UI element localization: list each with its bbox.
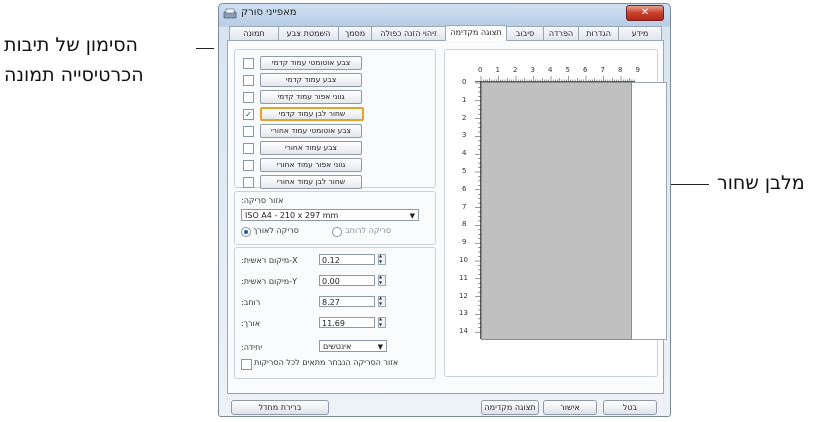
radio-portrait[interactable] — [241, 227, 251, 237]
ruler-v-tick-label: 9 — [462, 238, 467, 247]
tab-strip: מידע הגדרות הפרדה סיבוב תצוגה מקדימה זיה… — [227, 25, 662, 41]
image-option-button-selected[interactable]: שחור לבן עמוד קדמי — [260, 107, 364, 121]
apply-all-label: אזור הסריקה הנבחר מתאים לכל הסריקות — [254, 358, 399, 367]
tab-preview[interactable]: תצוגה מקדימה — [445, 25, 507, 41]
length-spinner[interactable] — [378, 316, 386, 328]
ruler-h-tick-label: 2 — [513, 66, 518, 74]
tab-document[interactable]: מסמך — [338, 26, 372, 40]
origin-x-input[interactable]: 0.12 — [319, 254, 375, 265]
dimensions-group: :מיקום ראשית-X 0.12 :מיקום ראשית-Y 0.00 … — [234, 247, 436, 379]
origin-x-spinner[interactable] — [378, 253, 386, 265]
preview-button[interactable]: תצוגה מקדימה — [481, 400, 539, 415]
unit-selected-value: אינטשים — [323, 342, 352, 351]
field-label-origin-y: :מיקום ראשית-Y — [241, 277, 297, 286]
unit-dropdown[interactable]: אינטשים ▼ — [319, 340, 387, 352]
ruler-h-tick-label: 4 — [548, 66, 553, 74]
preview-area: 0123456789 0 1 2 3 4 5 6 7 8 9 10 11 12 13 14 — [444, 49, 667, 377]
ruler-v-tick-label: 1 — [462, 95, 467, 104]
ruler-v-tick-label: 4 — [462, 149, 467, 158]
ruler-v-tick-label: 7 — [462, 202, 467, 211]
chevron-down-icon: ▼ — [377, 343, 383, 351]
field-label-origin-x: :מיקום ראשית-X — [241, 256, 298, 265]
apply-all-checkbox[interactable] — [241, 359, 252, 370]
scan-area-label: :אזור סריקה — [241, 196, 284, 205]
image-option-checkbox[interactable] — [243, 58, 254, 69]
radio-landscape[interactable] — [332, 227, 342, 237]
scanner-app-icon — [223, 8, 237, 19]
tab-image[interactable]: תמונה — [229, 26, 279, 40]
scan-area-group: :אזור סריקה ISO A4 - 210 x 297 mm ▼ סריק… — [234, 191, 436, 245]
scan-area-selected-value: ISO A4 - 210 x 297 mm — [245, 211, 339, 220]
callout-checkbox-label-line1: הסימון של תיבות — [4, 34, 138, 56]
ruler-h-tick-label: 3 — [530, 66, 535, 74]
image-options-group: צבע אוטומטי עמוד קדמי צבע עמוד קדמי גוונ… — [234, 49, 436, 189]
ruler-v-tick-label: 2 — [462, 113, 467, 122]
window-title: מאפייני סורק — [241, 7, 297, 18]
ruler-v-tick-label: 11 — [459, 273, 468, 282]
chevron-down-icon: ▼ — [409, 212, 415, 220]
ruler-v-tick-label: 13 — [459, 309, 468, 318]
image-option-checkbox[interactable] — [243, 177, 254, 188]
unit-label: :יחידה — [241, 343, 263, 352]
ruler-v-tick-label: 6 — [462, 184, 467, 193]
image-option-checkbox[interactable] — [243, 126, 254, 137]
close-button[interactable]: ✕ — [626, 5, 664, 21]
scan-area-dropdown[interactable]: ISO A4 - 210 x 297 mm ▼ — [241, 209, 419, 221]
width-input[interactable]: 8.27 — [319, 296, 375, 307]
tab-separation[interactable]: הפרדה — [543, 26, 579, 40]
ok-button[interactable]: אישור — [543, 400, 597, 415]
scanner-properties-window: מאפייני סורק ✕ מידע הגדרות הפרדה סיבוב ת… — [218, 3, 671, 417]
tab-double-feed[interactable]: זיהוי הזנה כפולה — [371, 26, 446, 40]
image-option-button[interactable]: צבע עמוד קדמי — [260, 73, 362, 87]
image-option-button[interactable]: צבע אוטומטי עמוד אחורי — [260, 124, 362, 138]
tab-rotation[interactable]: סיבוב — [506, 26, 544, 40]
scan-area-rectangle[interactable] — [481, 82, 632, 340]
callout-checkbox-label-line2: הכרטיסייה תמונה — [4, 64, 144, 86]
ruler-h-tick-label: 7 — [600, 66, 605, 74]
ruler-h-tick-label: 9 — [635, 66, 640, 74]
ruler-h-tick-label: 8 — [618, 66, 623, 74]
radio-landscape-label: סריקה לרוחב — [345, 226, 392, 235]
image-option-checkbox[interactable] — [243, 143, 254, 154]
image-option-button[interactable]: גווני אפור עמוד קדמי — [260, 90, 362, 104]
ruler-h-tick-label: 1 — [495, 66, 500, 74]
field-label-length: :אורך — [241, 319, 261, 328]
cancel-button[interactable]: בטל — [603, 400, 657, 415]
ruler-v-tick-label: 10 — [459, 256, 468, 264]
ruler-v-tick-label: 8 — [462, 220, 467, 229]
tab-info[interactable]: מידע — [618, 26, 662, 40]
origin-y-spinner[interactable] — [378, 274, 386, 286]
ruler-h-tick-label: 5 — [565, 66, 570, 74]
field-label-width: :רוחב — [241, 298, 261, 307]
length-input[interactable]: 11.69 — [319, 317, 375, 328]
tab-color-dropout[interactable]: השמטת צבע — [278, 26, 339, 40]
ruler-v-tick-label: 0 — [462, 78, 467, 86]
radio-portrait-label: סריקה לאורך — [253, 226, 299, 235]
image-option-checkbox[interactable] — [243, 92, 254, 103]
image-option-checkbox[interactable] — [243, 75, 254, 86]
ruler-v-tick-label: 12 — [459, 291, 468, 300]
callout-black-rectangle-label: מלבן שחור — [717, 172, 805, 194]
image-option-button[interactable]: צבע אוטומטי עמוד קדמי — [260, 56, 362, 70]
image-option-checkbox[interactable] — [243, 160, 254, 171]
image-option-button[interactable]: צבע עמוד אחורי — [260, 141, 362, 155]
ruler-h-tick-label: 0 — [478, 66, 483, 74]
preview-tab-panel: צבע אוטומטי עמוד קדמי צבע עמוד קדמי גוונ… — [227, 40, 667, 394]
ruler-v-tick-label: 3 — [462, 131, 467, 140]
title-bar: מאפייני סורק ✕ — [219, 4, 670, 24]
width-spinner[interactable] — [378, 295, 386, 307]
image-option-checkbox-checked[interactable]: ✓ — [243, 109, 254, 120]
tab-settings[interactable]: הגדרות — [578, 26, 619, 40]
ruler-v-tick-label: 14 — [459, 327, 468, 336]
image-option-button[interactable]: שחור לבן עמוד אחורי — [260, 175, 362, 189]
defaults-button[interactable]: ברירת מחדל — [231, 400, 329, 415]
ruler-h-tick-label: 6 — [583, 66, 588, 74]
callout-left-leader-line — [196, 48, 214, 49]
origin-y-input[interactable]: 0.00 — [319, 275, 375, 286]
image-option-button[interactable]: גווני אפור עמוד אחורי — [260, 158, 362, 172]
ruler-v-tick-label: 5 — [462, 167, 467, 175]
